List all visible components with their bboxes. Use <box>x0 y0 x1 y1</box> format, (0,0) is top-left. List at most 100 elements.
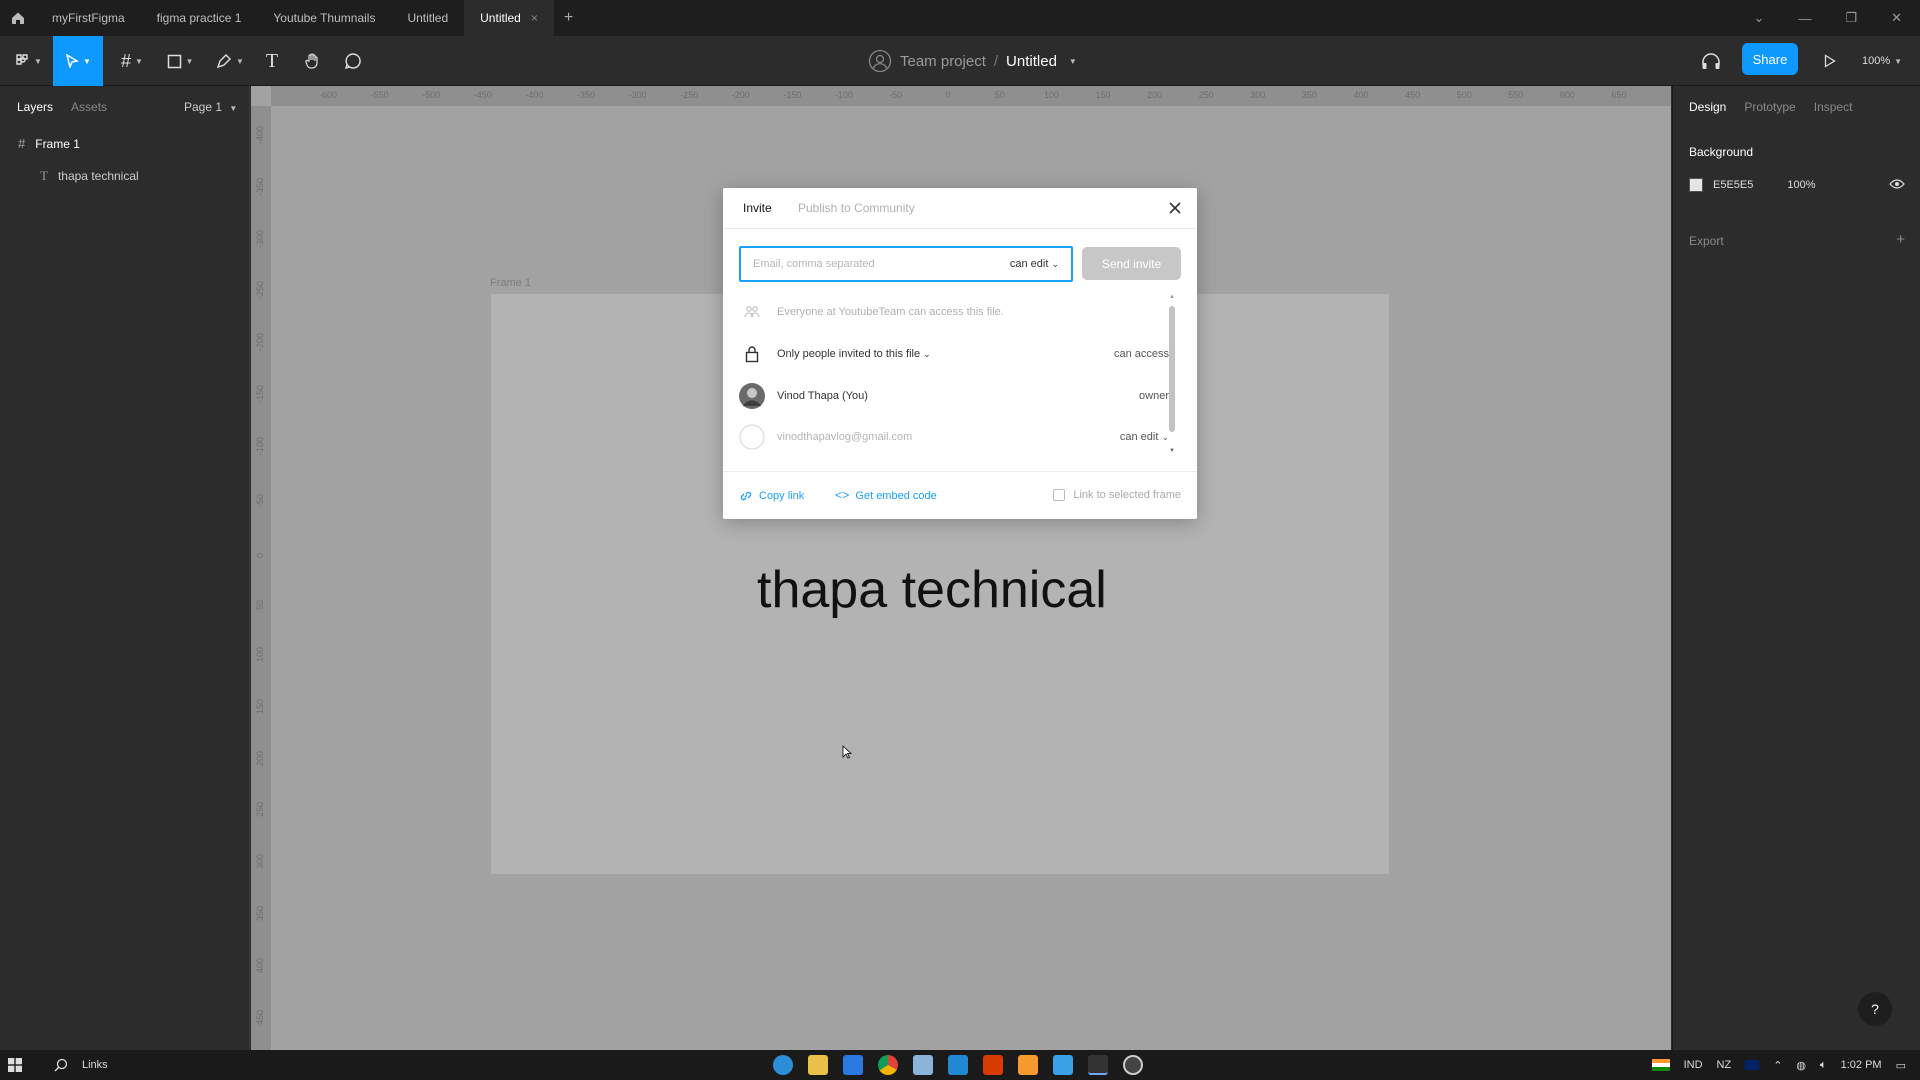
link-access-select[interactable]: Only people invited to this file ⌄ <box>777 348 931 360</box>
frame-label[interactable]: Frame 1 <box>490 277 531 289</box>
main-menu-button[interactable]: ▼ <box>8 36 48 86</box>
office-icon[interactable] <box>983 1055 1003 1075</box>
avatar <box>739 383 765 409</box>
team-access-row: Everyone at YoutubeTeam can access this … <box>739 299 1169 325</box>
pen-tool-button[interactable]: ▼ <box>210 36 250 86</box>
folder-icon[interactable] <box>808 1055 828 1075</box>
page-selector[interactable]: Page 1 ▼ <box>184 100 237 114</box>
ruler-tick-label: 200 <box>255 750 265 766</box>
background-hex[interactable]: E5E5E5 <box>1713 179 1753 191</box>
file-tab[interactable]: Untitled <box>391 0 464 36</box>
app-icon[interactable] <box>1053 1055 1073 1075</box>
member-email: vinodthapavlog@gmail.com <box>777 431 913 443</box>
hand-tool-button[interactable] <box>300 36 326 86</box>
tab-invite[interactable]: Invite <box>743 201 772 215</box>
ruler-tick-label: -150 <box>255 384 265 403</box>
tab-publish-community[interactable]: Publish to Community <box>798 201 915 215</box>
hand-icon <box>305 53 318 69</box>
home-icon[interactable] <box>0 0 36 36</box>
minimize-icon[interactable]: — <box>1798 11 1811 26</box>
system-tray: IND NZ ⌃ ◍ 🔈︎ 1:02 PM ▭ <box>1651 1050 1906 1080</box>
zoom-menu[interactable]: 100% ▼ <box>1852 36 1912 86</box>
layer-item-text[interactable]: T thapa technical <box>40 168 139 184</box>
network-icon[interactable]: ◍ <box>1796 1059 1806 1072</box>
obs-icon[interactable] <box>1123 1055 1143 1075</box>
windows-start-icon[interactable] <box>8 1058 22 1072</box>
file-tab[interactable]: Youtube Thumnails <box>257 0 391 36</box>
chevron-up-icon[interactable]: ⌃ <box>1773 1059 1782 1072</box>
ruler-tick-label: 0 <box>945 90 951 100</box>
chevron-down-icon[interactable]: ⌄ <box>1754 10 1765 26</box>
permission-select[interactable]: can edit ⌄ <box>1010 258 1059 270</box>
layer-name: thapa technical <box>57 169 139 183</box>
file-name[interactable]: Untitled <box>1006 53 1057 70</box>
present-button[interactable] <box>1820 36 1840 86</box>
language-indicator[interactable]: IND <box>1684 1059 1703 1071</box>
checkbox[interactable] <box>1053 489 1066 501</box>
scroll-down-icon[interactable]: ▼ <box>1169 448 1175 454</box>
mail-icon[interactable] <box>843 1055 863 1075</box>
eye-icon[interactable] <box>1889 178 1905 192</box>
scrollbar[interactable]: ▲ ▼ <box>1166 294 1178 454</box>
tab-prototype[interactable]: Prototype <box>1744 100 1795 114</box>
figma-app-icon[interactable] <box>1088 1055 1108 1075</box>
sublime-icon[interactable] <box>1018 1055 1038 1075</box>
vscode-icon[interactable] <box>948 1055 968 1075</box>
edge-icon[interactable] <box>773 1055 793 1075</box>
headphones-icon <box>1702 53 1720 69</box>
shape-tool-button[interactable]: ▼ <box>160 36 200 86</box>
ruler-tick-label: 250 <box>255 802 265 818</box>
frame-tool-button[interactable]: # ▼ <box>112 36 152 86</box>
close-icon[interactable] <box>1165 198 1185 218</box>
ruler-tick-label: -300 <box>255 229 265 248</box>
tab-assets[interactable]: Assets <box>71 100 107 114</box>
ruler-tick-label: -200 <box>731 90 750 100</box>
search-icon[interactable] <box>54 1058 68 1072</box>
copy-link-button[interactable]: Copy link <box>739 489 804 503</box>
scroll-up-icon[interactable]: ▲ <box>1169 294 1175 300</box>
text-layer-thapa-technical[interactable]: thapa technical <box>757 560 1107 620</box>
new-tab-button[interactable]: + <box>554 9 583 27</box>
region-indicator[interactable]: NZ <box>1717 1059 1732 1071</box>
close-tab-icon[interactable]: × <box>531 11 538 25</box>
ruler-tick-label: -350 <box>577 90 596 100</box>
get-embed-code-button[interactable]: <> Get embed code <box>835 489 937 503</box>
tab-layers[interactable]: Layers <box>17 100 53 114</box>
taskbar-links[interactable]: Links <box>82 1059 108 1071</box>
member-permission-select[interactable]: can edit ⌄ <box>1120 431 1169 443</box>
chevron-down-icon: ▼ <box>229 104 238 113</box>
app-icon[interactable] <box>913 1055 933 1075</box>
chevron-down-icon[interactable]: ▼ <box>1069 57 1077 66</box>
member-row: Vinod Thapa (You) owner <box>739 383 1169 409</box>
file-tab-active[interactable]: Untitled × <box>464 0 554 36</box>
restore-icon[interactable]: ❐ <box>1845 10 1857 26</box>
window-controls: ⌄ — ❐ ✕ <box>1754 0 1902 36</box>
flag-icon <box>1745 1060 1760 1070</box>
help-button[interactable]: ? <box>1858 992 1892 1026</box>
notification-icon[interactable]: ▭ <box>1896 1059 1906 1072</box>
color-swatch[interactable] <box>1689 178 1703 192</box>
embed-code-label: Get embed code <box>855 490 937 502</box>
text-tool-button[interactable]: T <box>260 36 284 86</box>
team-name[interactable]: Team project <box>900 53 986 70</box>
tab-inspect[interactable]: Inspect <box>1814 100 1853 114</box>
audio-button[interactable] <box>1698 36 1724 86</box>
layer-item-frame[interactable]: # Frame 1 <box>18 136 80 151</box>
move-tool-button[interactable]: ▼ <box>53 36 103 86</box>
file-tab[interactable]: figma practice 1 <box>141 0 258 36</box>
email-input[interactable]: Email, comma separated can edit ⌄ <box>739 246 1073 282</box>
clock[interactable]: 1:02 PM <box>1841 1059 1882 1071</box>
scrollbar-thumb[interactable] <box>1169 306 1175 432</box>
chrome-icon[interactable] <box>878 1055 898 1075</box>
volume-icon[interactable]: 🔈︎ <box>1820 1059 1827 1072</box>
share-button[interactable]: Share <box>1742 43 1798 75</box>
background-opacity[interactable]: 100% <box>1787 179 1815 191</box>
tab-design[interactable]: Design <box>1689 100 1726 114</box>
comment-tool-button[interactable] <box>340 36 366 86</box>
link-to-frame-checkbox[interactable]: Link to selected frame <box>1053 489 1181 501</box>
close-window-icon[interactable]: ✕ <box>1891 10 1902 26</box>
left-panel-tabs: Layers Assets <box>17 100 107 114</box>
send-invite-button[interactable]: Send invite <box>1082 247 1181 280</box>
add-icon[interactable]: + <box>1896 232 1905 248</box>
file-tab[interactable]: myFirstFigma <box>36 0 141 36</box>
